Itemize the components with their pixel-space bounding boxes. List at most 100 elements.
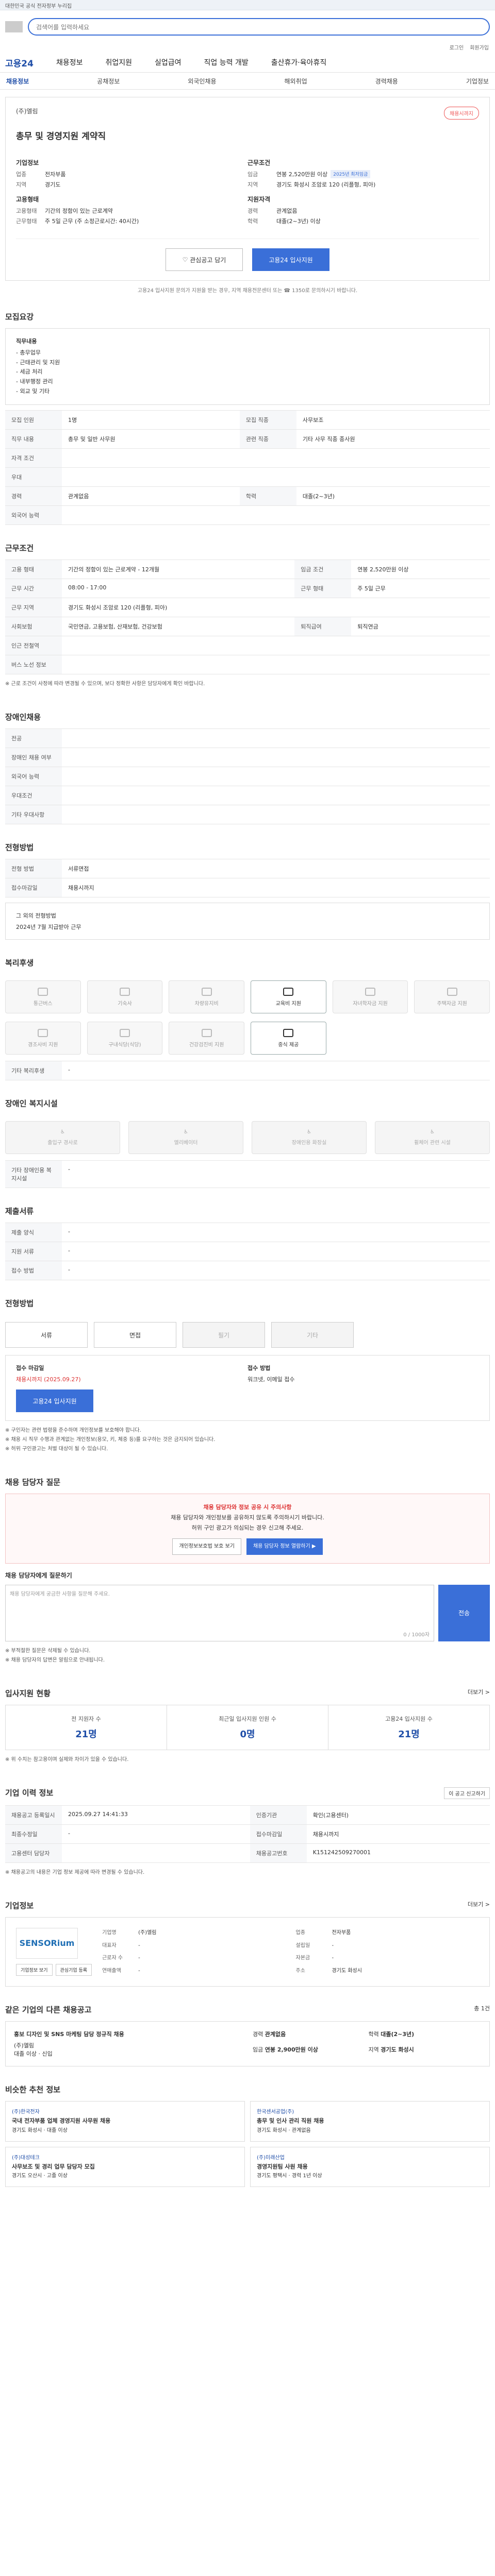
section-cond: 근무조건 [248, 159, 271, 166]
disab-other-value: - [62, 1160, 490, 1189]
other-job-title[interactable]: 홍보 디자인 및 SNS 마케팅 담당 정규직 채용 [14, 2030, 242, 2038]
brand-logo[interactable]: 고용24 [5, 56, 34, 69]
row-label: 지원 서류 [5, 1242, 62, 1262]
nav-support[interactable]: 취업지원 [105, 57, 132, 67]
apply-bullet: ※ 구인자는 관련 법령을 준수하며 개인정보를 보호해야 합니다. [5, 1428, 141, 1434]
disab-welfare-item: ♿ 엘리베이터 [128, 1121, 243, 1155]
row-label: 모집 직종 [239, 410, 296, 430]
interest-button[interactable]: ♡ 관심공고 담기 [166, 248, 243, 271]
row-label: 고용센터 담당자 [5, 1843, 62, 1863]
nav-leave[interactable]: 출산휴가·육아휴직 [271, 57, 327, 67]
row-value [62, 467, 490, 487]
disab-welfare-item: ♿ 휠체어 관련 시설 [375, 1121, 490, 1155]
similar-job-card[interactable]: (주)미래산업 경영지원팀 사원 채용 경기도 평택시 · 경력 1년 이상 [250, 2146, 490, 2188]
welfare-item: 경조사비 지원 [5, 1022, 81, 1055]
value: 대졸(2~3년) 이상 [276, 218, 321, 225]
row-label: 근무 시간 [5, 579, 62, 599]
other-field: 학력 대졸(2~3년) [369, 2030, 482, 2042]
subnav-public[interactable]: 공채정보 [97, 77, 120, 86]
report-button[interactable]: 이 공고 신고하기 [444, 1787, 490, 1799]
regi-table: 채용공고 등록일시 2025.09.27 14:41:33 인증기관 확인(고용센터)… [5, 1805, 490, 1863]
similar-job-card[interactable]: 한국센서공업(주) 총무 및 인사 관리 직원 채용 경기도 화성시 · 관계없음 [250, 2100, 490, 2142]
company-view-button[interactable]: 기업정보 보기 [16, 1963, 53, 1976]
field-value: - [138, 1942, 140, 1948]
apply-box: 접수 마감일 채용시까지 (2025.09.27) 고용24 입사지원 접수 방… [5, 1355, 490, 1421]
contact-view-button[interactable]: 채용 담당자 정보 열람하기 ▶ [246, 1538, 323, 1555]
apply-button-2[interactable]: 고용24 입사지원 [16, 1389, 93, 1413]
field-value: - [332, 1955, 334, 1961]
row-value: 관계없음 [62, 486, 240, 506]
row-label: 외국어 능력 [5, 767, 62, 787]
subnav-company[interactable]: 기업정보 [466, 77, 489, 86]
duty-label: 직무내용 [16, 338, 37, 345]
row-value: 1명 [62, 410, 240, 430]
similar-company: (주)대성테크 [12, 2155, 40, 2161]
nav-jobs[interactable]: 채용정보 [56, 57, 83, 67]
field-label: 경력 [253, 2030, 265, 2038]
similar-job-card[interactable]: (주)한국전자 국내 전자부품 업체 경영지원 사무원 채용 경기도 화성시 · 대… [5, 2100, 245, 2142]
login-link[interactable]: 로그인 [450, 43, 464, 53]
section-title-similar: 비슷한 추천 정보 [5, 2084, 61, 2094]
field-label: 설립일 [295, 1942, 310, 1948]
main: (주)엘림 채용시까지 총무 및 경영지원 계약직 기업정보 업종 전자부품 지역… [0, 97, 495, 2192]
section-type: 고용형태 [16, 196, 39, 203]
section-title-recruit: 모집요강 [5, 312, 34, 321]
subnav-foreign[interactable]: 외국인채용 [188, 77, 216, 86]
nav-unemployment[interactable]: 실업급여 [155, 57, 182, 67]
qa-banner-line: 채용 담당자와 개인정보를 공유하지 않도록 주의하시기 바랍니다. [171, 1514, 324, 1521]
welfare-label: 건강검진비 지원 [189, 1042, 224, 1048]
stats-more-link[interactable]: 더보기 > [468, 1688, 490, 1696]
apply-button[interactable]: 고용24 입사지원 [252, 248, 329, 271]
table-row: 근무 시간 08:00 - 17:00 근무 형태 주 5일 근무 [5, 579, 490, 599]
row-value [62, 655, 490, 675]
label: 근무형태 [16, 218, 37, 225]
similar-title[interactable]: 총무 및 인사 관리 직원 채용 [257, 2116, 483, 2126]
similar-company: (주)한국전자 [12, 2109, 40, 2115]
value: 전자부품 [45, 171, 66, 178]
subnav-jobs[interactable]: 채용정보 [6, 77, 29, 86]
site-logo-icon[interactable] [5, 21, 23, 32]
duty-line: - 내부행정 관리 [16, 378, 53, 385]
field-label: 지역 [368, 2046, 381, 2053]
table-row: 장애인 채용 여부 [5, 748, 490, 768]
similar-title[interactable]: 국내 전자부품 업체 경영지원 사무원 채용 [12, 2116, 238, 2126]
signup-link[interactable]: 회원가입 [470, 43, 489, 53]
subnav-career[interactable]: 경력채용 [375, 77, 398, 86]
row-value: 서류면접 [62, 859, 490, 879]
field-value: 연봉 2,900만원 이상 [265, 2046, 318, 2053]
similar-meta: 경기도 오산시 · 고졸 이상 [12, 2173, 68, 2179]
row-value: 퇴직연금 [351, 617, 490, 637]
welfare-item: 주택자금 지원 [414, 980, 490, 1014]
search-input[interactable]: 검색어를 입력하세요 [28, 18, 490, 36]
question-placeholder: 채용 담당자에게 궁금한 사항을 질문해 주세요. [10, 1591, 110, 1597]
accessibility-icon: ♿ [60, 1129, 65, 1136]
row-value [62, 805, 490, 825]
send-button[interactable]: 전송 [438, 1584, 490, 1641]
section-title-company: 기업정보 [5, 1901, 34, 1910]
label: 업종 [16, 171, 27, 178]
field-value: - [138, 1968, 140, 1974]
company-more-link[interactable]: 더보기 > [468, 1900, 490, 1908]
table-row: 최종수정일 - 접수마감일 채용시까지 [5, 1824, 490, 1844]
label: 고용형태 [16, 208, 37, 214]
question-textarea[interactable]: 채용 담당자에게 궁금한 사항을 질문해 주세요. 0 / 1000자 [5, 1584, 434, 1641]
company-name[interactable]: (주)엘림 [16, 107, 38, 115]
accessibility-icon: ♿ [307, 1129, 311, 1136]
similar-job-card[interactable]: (주)대성테크 사무보조 및 경리 업무 담당자 모집 경기도 오산시 · 고졸 이… [5, 2146, 245, 2188]
welfare-icon [201, 1028, 212, 1037]
similar-title[interactable]: 경영지원팀 사원 채용 [257, 2162, 483, 2172]
company-fav-button[interactable]: 관심기업 등록 [55, 1963, 92, 1976]
disab-welfare-label: 엘리베이터 [174, 1140, 198, 1146]
apply-bullet: ※ 채용 시 직무 수행과 관계없는 개인정보(용모, 키, 체중 등)를 요구… [5, 1437, 216, 1443]
table-row: 모집 인원 1명 모집 직종 사무보조 [5, 410, 490, 430]
similar-title[interactable]: 사무보조 및 경리 업무 담당자 모집 [12, 2162, 238, 2172]
row-value: 총무 및 일반 사무원 [62, 429, 240, 449]
label: 임금 [248, 171, 258, 178]
deadline-label: 접수 마감일 [16, 1365, 44, 1372]
cond-table: 고용 형태 기간의 정함이 있는 근로계약 - 12개월 임금 조건 연봉 2,520… [5, 560, 490, 675]
nav-training[interactable]: 직업 능력 개발 [204, 57, 249, 67]
subnav-overseas[interactable]: 해외취업 [285, 77, 307, 86]
row-label: 접수마감일 [250, 1824, 307, 1844]
privacy-button[interactable]: 개인정보보호법 보호 보기 [172, 1538, 241, 1555]
other-job-card[interactable]: 홍보 디자인 및 SNS 마케팅 담당 정규직 채용 (주)엘림 대졸 이상 ·… [5, 2021, 490, 2066]
